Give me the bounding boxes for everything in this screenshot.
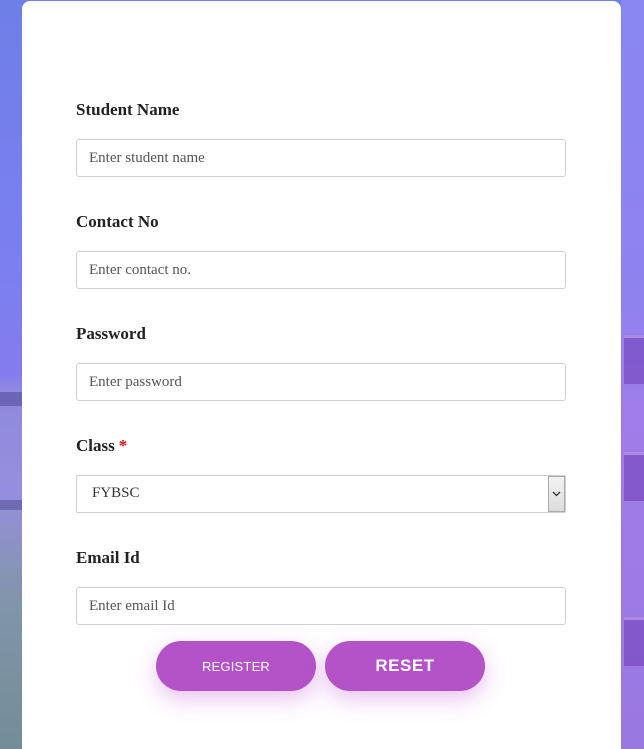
background-building-stripe — [0, 392, 22, 406]
class-select-value: FYBSC — [92, 485, 140, 501]
background-window — [624, 617, 644, 666]
reset-button[interactable]: RESET — [325, 641, 485, 691]
background-tree — [0, 489, 22, 749]
student-name-input[interactable] — [76, 139, 566, 177]
registration-form-card: Student Name Contact No Password Class* … — [22, 1, 621, 749]
email-label: Email Id — [76, 548, 140, 567]
chevron-down-icon[interactable] — [548, 476, 565, 512]
email-input[interactable] — [76, 587, 566, 625]
class-select[interactable]: FYBSC — [76, 475, 566, 513]
password-label: Password — [76, 324, 146, 343]
background-right — [621, 0, 644, 749]
background-window — [624, 335, 644, 384]
contact-no-input[interactable] — [76, 251, 566, 289]
student-name-label: Student Name — [76, 100, 180, 119]
class-label: Class * — [76, 436, 127, 456]
class-label-text: Class — [76, 436, 115, 455]
password-input[interactable] — [76, 363, 566, 401]
required-asterisk: * — [118, 436, 128, 455]
register-button[interactable]: REGISTER — [156, 641, 316, 691]
background-window — [624, 452, 644, 501]
background-left — [0, 0, 22, 749]
contact-no-label: Contact No — [76, 212, 159, 231]
